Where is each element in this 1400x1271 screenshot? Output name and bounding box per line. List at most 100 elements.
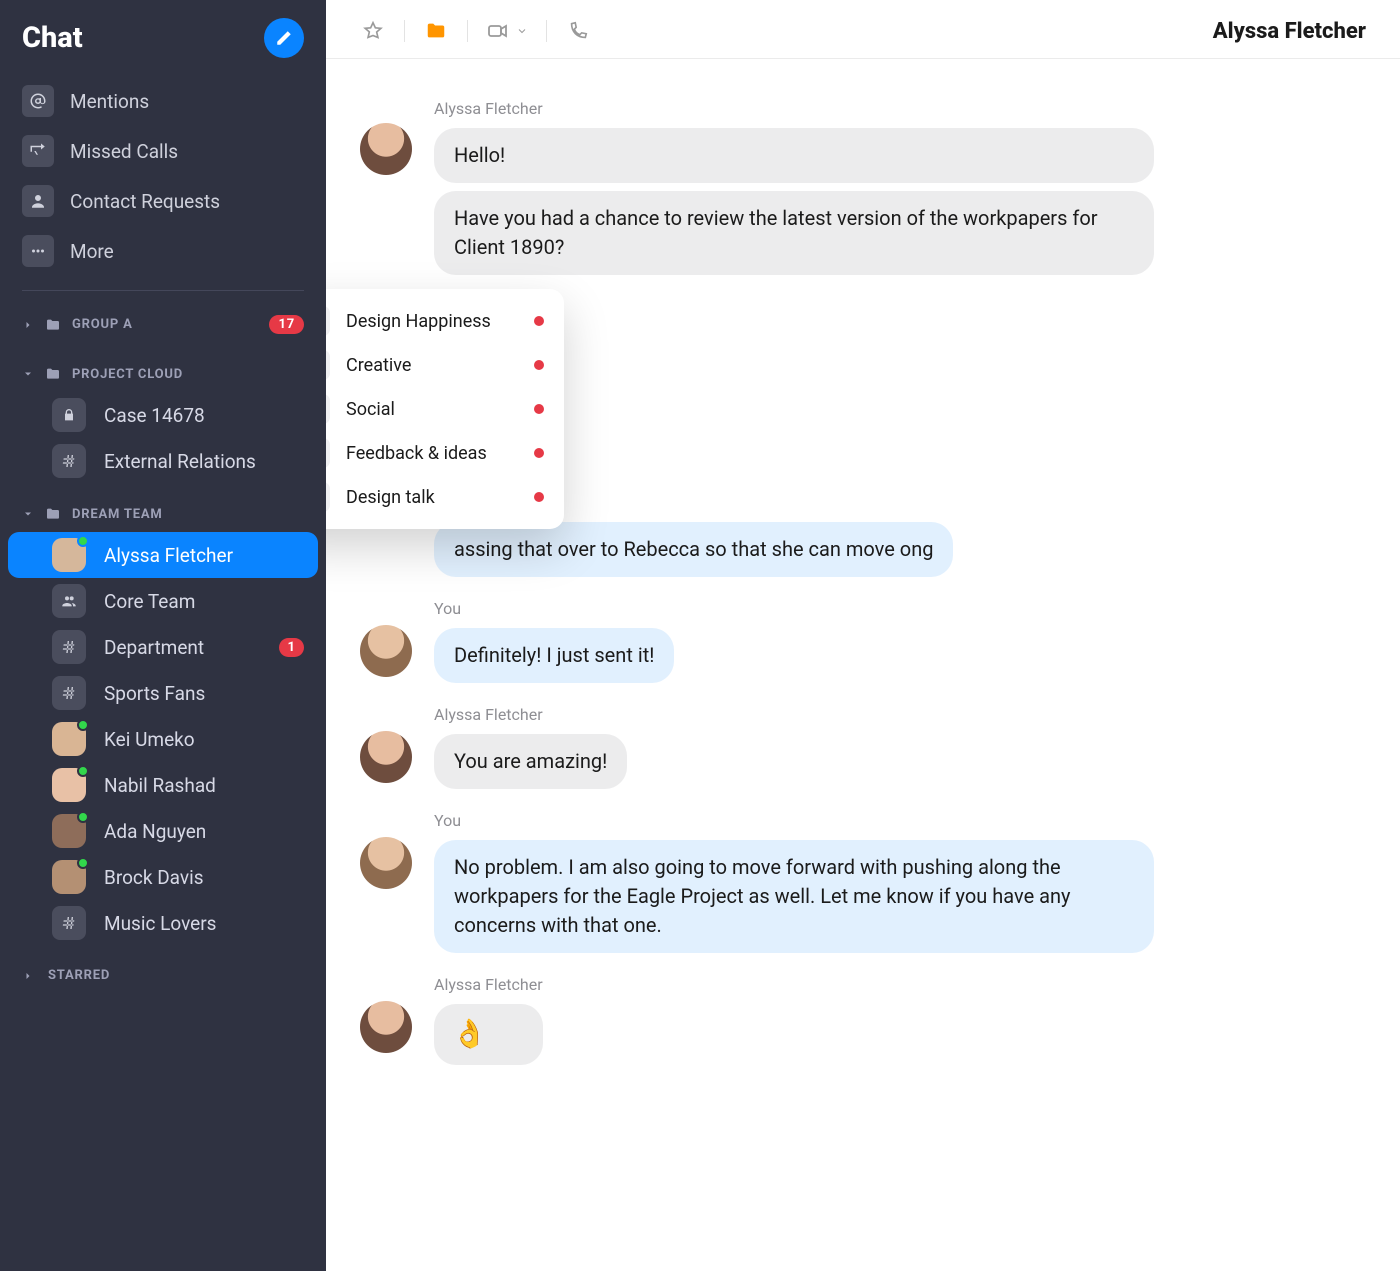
message: Alyssa Fletcher Hello! Have you had a ch… [360, 99, 1366, 275]
popover-label: Design talk [346, 487, 518, 508]
avatar [360, 837, 412, 889]
message-bubble: assing that over to Rebecca so that she … [434, 522, 953, 577]
folder-move-icon [425, 20, 447, 42]
lock-icon [326, 306, 330, 336]
unread-badge: 17 [269, 315, 304, 334]
nav-more[interactable]: More [0, 226, 326, 276]
online-status-dot [77, 811, 89, 823]
phone-call-button[interactable] [565, 18, 591, 44]
channel-label: Sports Fans [104, 682, 304, 705]
channel-label: Kei Umeko [104, 728, 304, 751]
missed-call-icon [22, 135, 54, 167]
chevron-down-icon [22, 368, 34, 380]
folder-icon [44, 506, 62, 522]
dm-nabil-rashad[interactable]: Nabil Rashad [0, 762, 326, 808]
channel-department[interactable]: Department 1 [0, 624, 326, 670]
nav-missed-calls[interactable]: Missed Calls [0, 126, 326, 176]
video-call-button[interactable] [486, 19, 528, 43]
nav-contact-requests[interactable]: Contact Requests [0, 176, 326, 226]
channel-external-relations[interactable]: External Relations [0, 438, 326, 484]
move-to-folder-button[interactable] [423, 18, 449, 44]
channel-label: Brock Davis [104, 866, 304, 889]
channel-popover: Design Happiness Creative Social [326, 289, 564, 529]
chevron-down-icon [516, 25, 528, 37]
folder-icon [44, 317, 62, 333]
popover-item-creative[interactable]: Creative [326, 343, 564, 387]
channel-label: Ada Nguyen [104, 820, 304, 843]
online-status-dot [77, 765, 89, 777]
section-group-a[interactable]: GROUP A 17 [0, 305, 326, 344]
sender-name: You [434, 599, 674, 618]
channel-core-team[interactable]: Core Team [0, 578, 326, 624]
unread-badge: 1 [279, 638, 304, 657]
hash-icon [326, 482, 330, 512]
section-label: PROJECT CLOUD [72, 367, 304, 382]
avatar [52, 768, 86, 802]
star-button[interactable] [360, 18, 386, 44]
avatar [360, 123, 412, 175]
channel-sports-fans[interactable]: Sports Fans [0, 670, 326, 716]
toolbar-separator [404, 20, 405, 42]
more-icon [22, 235, 54, 267]
message: Alyssa Fletcher You are amazing! [360, 705, 1366, 789]
at-icon [22, 85, 54, 117]
unread-dot [534, 360, 544, 370]
hash-icon [52, 906, 86, 940]
nav-mentions[interactable]: Mentions [0, 76, 326, 126]
online-status-dot [77, 535, 89, 547]
section-dream-team[interactable]: DREAM TEAM [0, 496, 326, 532]
section-label: DREAM TEAM [72, 507, 304, 522]
channel-label: Case 14678 [104, 404, 304, 427]
avatar [360, 731, 412, 783]
nav-label: Missed Calls [70, 140, 178, 163]
hash-icon [52, 676, 86, 710]
avatar [52, 860, 86, 894]
nav-label: More [70, 240, 114, 263]
group-icon [52, 584, 86, 618]
compose-button[interactable] [264, 18, 304, 58]
chevron-down-icon [22, 508, 34, 520]
unread-dot [534, 404, 544, 414]
message: You Definitely! I just sent it! [360, 599, 1366, 683]
main-area: Alyssa Fletcher Alyssa Fletcher Hello! H… [326, 0, 1400, 1271]
message: You No problem. I am also going to move … [360, 811, 1366, 953]
popover-item-feedback-ideas[interactable]: Feedback & ideas [326, 431, 564, 475]
message-list[interactable]: Alyssa Fletcher Hello! Have you had a ch… [326, 59, 1400, 1271]
sender-name: Alyssa Fletcher [434, 705, 627, 724]
popover-item-social[interactable]: Social [326, 387, 564, 431]
unread-dot [534, 448, 544, 458]
toolbar-separator [546, 20, 547, 42]
conversation-toolbar: Alyssa Fletcher [326, 0, 1400, 59]
message-bubble: Have you had a chance to review the late… [434, 191, 1154, 275]
message-bubble: You are amazing! [434, 734, 627, 789]
popover-item-design-talk[interactable]: Design talk [326, 475, 564, 519]
popover-label: Creative [346, 355, 518, 376]
avatar [52, 814, 86, 848]
video-icon [486, 19, 510, 43]
section-starred[interactable]: STARRED [0, 958, 326, 993]
channel-label: External Relations [104, 450, 304, 473]
avatar [52, 722, 86, 756]
dm-alyssa-fletcher[interactable]: Alyssa Fletcher [8, 532, 318, 578]
popover-item-design-happiness[interactable]: Design Happiness [326, 299, 564, 343]
section-label: GROUP A [72, 317, 259, 332]
channel-case-14678[interactable]: Case 14678 [0, 392, 326, 438]
sidebar-header: Chat [0, 8, 326, 76]
section-project-cloud[interactable]: PROJECT CLOUD [0, 356, 326, 392]
sender-name: You [434, 811, 1154, 830]
hash-icon [326, 394, 330, 424]
dm-brock-davis[interactable]: Brock Davis [0, 854, 326, 900]
dm-ada-nguyen[interactable]: Ada Nguyen [0, 808, 326, 854]
channel-label: Core Team [104, 590, 304, 613]
message-bubble: Hello! [434, 128, 1154, 183]
channel-music-lovers[interactable]: Music Lovers [0, 900, 326, 946]
avatar [360, 625, 412, 677]
avatar [52, 538, 86, 572]
channel-label: Music Lovers [104, 912, 304, 935]
phone-icon [567, 20, 589, 42]
online-status-dot [77, 857, 89, 869]
dm-kei-umeko[interactable]: Kei Umeko [0, 716, 326, 762]
sender-name: Alyssa Fletcher [434, 99, 1154, 118]
toolbar-separator [467, 20, 468, 42]
message-bubble: 👌 [434, 1004, 543, 1065]
